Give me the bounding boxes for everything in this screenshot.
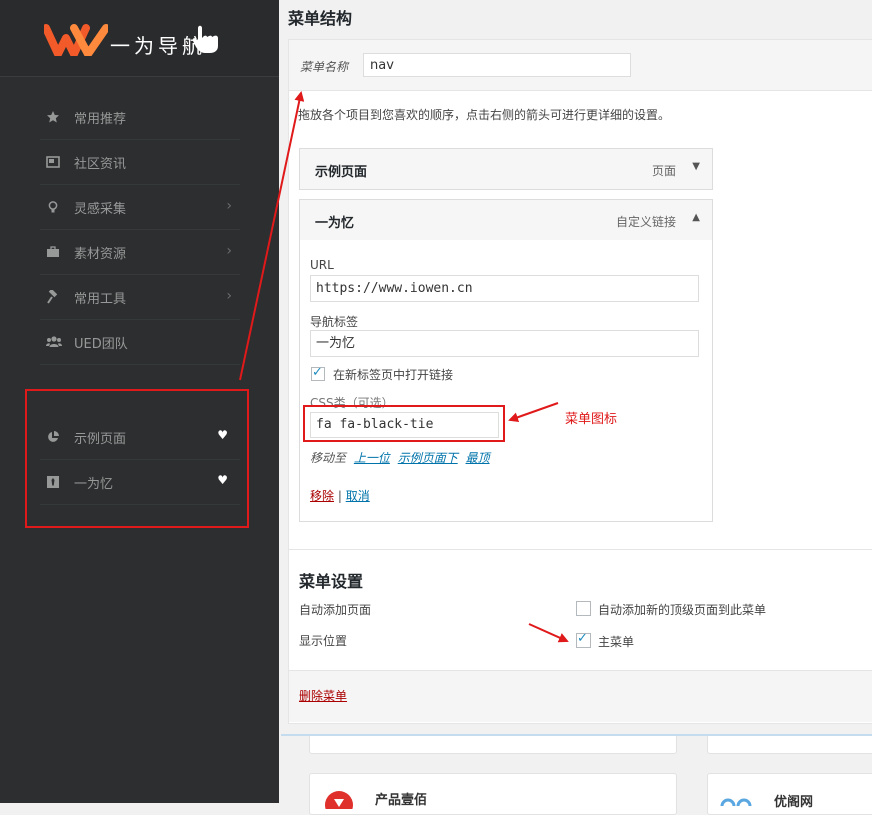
sidebar-item-recommend[interactable]: 常用推荐 [40,95,240,140]
new-tab-label: 在新标签页中打开链接 [333,368,454,382]
menu-footer [289,670,872,722]
highlight-box-sidebar [25,389,249,528]
move-to-label: 移动至 [310,451,347,465]
main-menu-option: 主菜单 [598,635,635,649]
cancel-link[interactable]: 取消 [346,489,370,503]
logo-mark-icon [44,24,108,56]
move-to-row: 移动至 上一位 示例页面下 最顶 [310,449,490,466]
checkmark-icon: ✓ [312,365,323,380]
menu-item-type: 页面 [651,164,676,178]
item-actions: 移除 | 取消 [310,487,370,504]
sidebar: 一为导航 常用推荐 社区资讯 灵感采集 › 素材资源 › 常用工具 › UED团… [0,0,279,803]
move-under-link[interactable]: 示例页面下 [398,451,458,465]
auto-add-label: 自动添加页面 [299,603,372,617]
sidebar-item-ued-team[interactable]: UED团队 [40,320,240,365]
hammer-icon [46,288,60,304]
background-card[interactable]: 产品壹佰 [309,773,677,815]
product-logo-icon [325,791,353,809]
sidebar-item-inspiration[interactable]: 灵感采集 › [40,185,240,230]
star-icon [46,110,60,124]
menu-item-type: 自定义链接 [615,215,676,229]
background-card[interactable]: 优阁网 [707,773,872,815]
instructions-text: 拖放各个项目到您喜欢的顺序，点击右侧的箭头可进行更详细的设置。 [298,108,671,122]
menu-item-title: 一为忆 [315,216,355,231]
main-menu-checkbox[interactable]: ✓ [576,631,591,648]
delete-menu-link[interactable]: 删除菜单 [299,687,347,704]
sidebar-item-label: 灵感采集 [74,201,127,217]
chevron-right-icon: › [226,288,232,304]
caret-down-icon[interactable]: ▼ [692,161,700,172]
page-title: 菜单结构 [288,9,353,28]
sidebar-item-label: 常用推荐 [74,111,127,127]
sidebar-item-label: 素材资源 [74,246,127,262]
display-location-label: 显示位置 [299,634,348,648]
lightbulb-icon [46,200,60,214]
users-icon [46,335,62,349]
sidebar-item-label: UED团队 [74,336,128,352]
move-up-link[interactable]: 上一位 [354,451,390,465]
sidebar-item-label: 常用工具 [74,291,127,307]
sidebar-item-resources[interactable]: 素材资源 › [40,230,240,275]
chevron-right-icon: › [226,243,232,259]
menu-item-sample-page[interactable]: 示例页面 页面 ▼ [299,148,713,190]
logo[interactable]: 一为导航 [0,0,279,77]
annotation-label: 菜单图标 [565,412,618,427]
move-top-link[interactable]: 最顶 [466,451,490,465]
newspaper-icon [46,155,60,169]
briefcase-icon [46,245,60,259]
checkmark-icon: ✓ [577,631,588,646]
card-title: 优阁网 [774,795,814,810]
menu-item-iowen[interactable]: 一为忆 自定义链接 ▲ [299,199,713,241]
sidebar-item-community[interactable]: 社区资讯 [40,140,240,185]
menu-name-label: 菜单名称 [300,60,349,74]
chevron-right-icon: › [226,198,232,214]
sidebar-item-label: 社区资讯 [74,156,127,172]
menu-item-title: 示例页面 [315,165,368,180]
sidebar-item-tools[interactable]: 常用工具 › [40,275,240,320]
auto-add-checkbox[interactable] [576,601,591,616]
auto-add-option: 自动添加新的顶级页面到此菜单 [598,603,767,617]
pointer-hand-icon [192,25,218,53]
url-label: URL [310,258,334,272]
menu-name-input[interactable] [363,53,631,77]
nav-label-label: 导航标签 [310,315,359,329]
new-tab-checkbox[interactable]: ✓ [311,365,325,381]
nav-label-input[interactable]: 一为忆 [310,330,699,357]
caret-up-icon[interactable]: ▲ [692,212,700,223]
remove-link[interactable]: 移除 [310,489,334,503]
card-title: 产品壹佰 [375,793,428,808]
highlight-box-css [303,405,505,442]
menu-settings-title: 菜单设置 [299,572,364,591]
divider [289,549,872,550]
separator: | [337,489,342,503]
url-input[interactable]: https://www.iowen.cn [310,275,699,302]
site-logo-icon [720,798,752,806]
